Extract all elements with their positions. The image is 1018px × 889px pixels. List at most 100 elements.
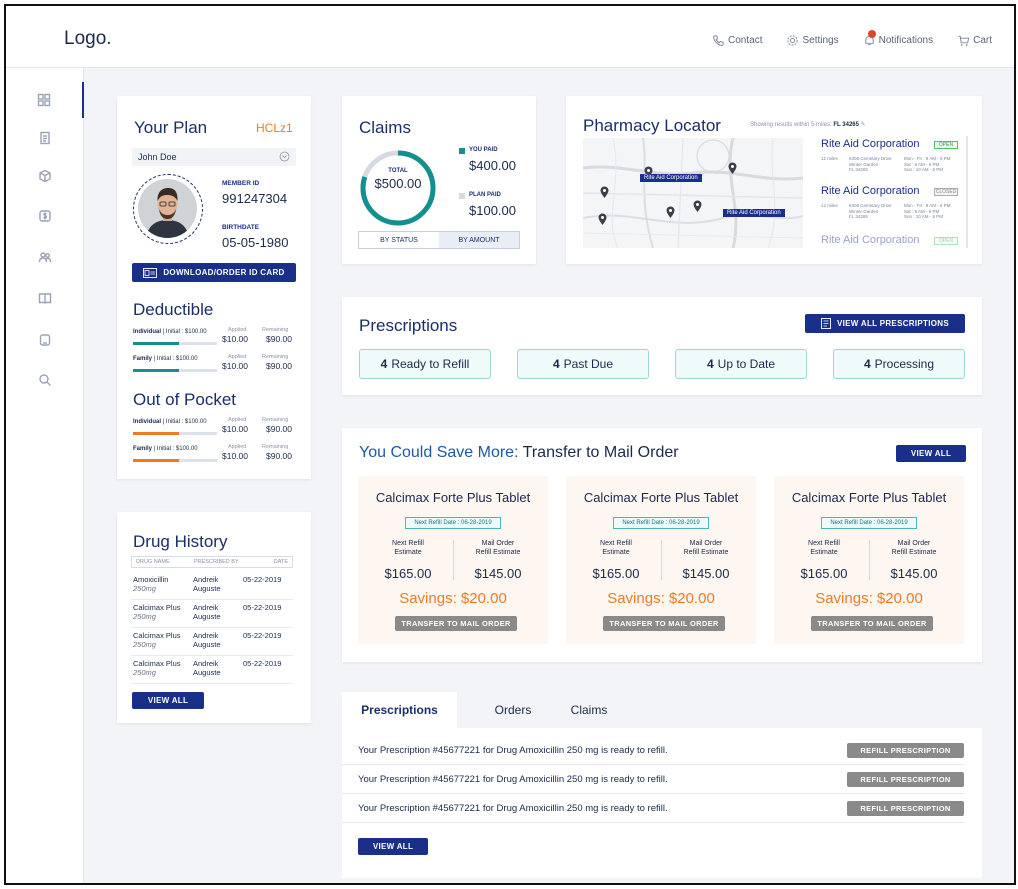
divider: [869, 540, 870, 580]
prescriptions-summary-card: Prescriptions VIEW ALL PRESCRIPTIONS 4 Re…: [342, 297, 982, 395]
table-row[interactable]: Calcimax Plus 250mg Andreik Auguste 05-2…: [131, 628, 293, 656]
stat-label: Up to Date: [717, 357, 776, 371]
map-pin-icon: [598, 213, 607, 225]
stat-label: Ready to Refill: [391, 357, 470, 371]
map-pin-icon: [600, 186, 609, 198]
sidebar-item-mobile[interactable]: [6, 322, 84, 358]
stat-up-to-date[interactable]: 4 Up to Date: [675, 349, 807, 379]
mail-order-estimate-label: Mail Order Refill Estimate: [458, 539, 538, 557]
view-all-prescriptions-button[interactable]: VIEW ALL PRESCRIPTIONS: [805, 314, 965, 333]
sidebar-item-search[interactable]: [6, 362, 84, 398]
mail-order-price: $145.00: [682, 566, 730, 581]
next-refill-estimate-label: Next Refill Estimate: [378, 539, 438, 557]
top-nav: Contact Settings Notifications Cart: [712, 30, 992, 47]
mail-order-view-all-button[interactable]: VIEW ALL: [896, 445, 966, 462]
stat-processing[interactable]: 4 Processing: [833, 349, 965, 379]
pharmacy-zip[interactable]: FL 34265: [833, 122, 859, 128]
drug-history-view-all-button[interactable]: VIEW ALL: [132, 692, 204, 709]
pharmacy-result-name[interactable]: Rite Aid Corporation: [821, 185, 919, 197]
table-row[interactable]: Amoxicillin 250mg Andreik Auguste 05-22-…: [131, 572, 293, 600]
stat-count: 4: [863, 357, 871, 371]
sidebar-item-family[interactable]: [6, 239, 84, 275]
stat-past-due[interactable]: 4 Past Due: [517, 349, 649, 379]
oop-family-kind: Family: [133, 446, 153, 452]
refill-prescription-button[interactable]: REFILL PRESCRIPTION: [847, 743, 964, 758]
nav-contact[interactable]: Contact: [712, 34, 762, 47]
pharmacy-result-name[interactable]: Rite Aid Corporation: [821, 138, 919, 150]
oop-individual-bar-fill: [133, 432, 180, 435]
prescriber-first: Andreik: [193, 603, 219, 612]
tab-claims[interactable]: Claims: [554, 692, 624, 728]
map-pin-icon: [728, 162, 737, 174]
stat-ready-to-refill[interactable]: 4 Ready to Refill: [359, 349, 491, 379]
next-refill-estimate-label: Next Refill Estimate: [794, 539, 854, 557]
document-icon: [40, 131, 50, 145]
sidebar-item-dashboard[interactable]: [6, 82, 84, 118]
deductible-individual-applied-label: Applied: [228, 327, 247, 333]
oop-individual-applied: $10.00: [222, 424, 248, 434]
tab-orders[interactable]: Orders: [478, 692, 548, 728]
status-badge: OPEN: [934, 141, 958, 149]
map-marker-label[interactable]: Rite Aid Corporation: [640, 174, 702, 182]
sidebar-item-orders[interactable]: [6, 158, 84, 194]
pharmacy-result-name[interactable]: Rite Aid Corporation: [821, 234, 919, 246]
oop-individual-initial: | Initial : $100.00: [162, 419, 207, 425]
tab-by-status[interactable]: BY STATUS: [359, 232, 439, 248]
transfer-to-mail-order-button[interactable]: TRANSFER TO MAIL ORDER: [603, 616, 725, 631]
deductible-individual-bar-fill: [133, 342, 180, 345]
label-line: Next Refill: [392, 540, 424, 547]
label-line: Mail Order: [689, 540, 723, 547]
avatar: [133, 174, 203, 244]
prescriber-last: Auguste: [193, 668, 221, 677]
refill-prescription-button[interactable]: REFILL PRESCRIPTION: [847, 772, 964, 787]
cart-icon: [958, 35, 970, 46]
sidebar-item-payments[interactable]: [6, 198, 84, 234]
map-marker-label[interactable]: Rite Aid Corporation: [723, 209, 785, 217]
nav-settings[interactable]: Settings: [786, 34, 839, 47]
label-line: Mail Order: [481, 540, 515, 547]
activity-view-all-button[interactable]: VIEW ALL: [358, 838, 428, 855]
member-select[interactable]: John Doe: [132, 148, 296, 166]
next-refill-estimate-label: Next Refill Estimate: [586, 539, 646, 557]
nav-notifications[interactable]: Notifications: [863, 30, 933, 47]
savings-amount: Savings: $20.00: [607, 590, 715, 607]
oop-individual-remaining: $90.00: [266, 424, 292, 434]
drug-history-card: Drug History DRUG NAME PRESCRIBED BY DAT…: [117, 512, 311, 723]
label-line: Next Refill: [600, 540, 632, 547]
edit-icon[interactable]: ✎: [861, 122, 866, 128]
map-pin-icon: [693, 200, 702, 212]
view-all-prescriptions-label: VIEW ALL PRESCRIPTIONS: [837, 319, 949, 328]
offer-drug-name: Calcimax Forte Plus Tablet: [375, 490, 531, 505]
table-row[interactable]: Calcimax Plus 250mg Andreik Auguste 05-2…: [131, 656, 293, 684]
list-document-icon: [821, 318, 831, 329]
results-scrollbar[interactable]: [966, 136, 968, 248]
next-refill-badge: Next Refill Date : 06-28-2019: [405, 517, 501, 529]
grid-icon: [37, 93, 51, 107]
download-id-card-button[interactable]: DOWNLOAD/ORDER ID CARD: [132, 263, 296, 282]
drug-dose: 250mg: [133, 668, 156, 677]
chevron-down-icon: [279, 151, 290, 162]
table-row[interactable]: Calcimax Plus 250mg Andreik Auguste 05-2…: [131, 600, 293, 628]
tab-by-amount[interactable]: BY AMOUNT: [439, 232, 519, 248]
pharmacy-map[interactable]: Rite Aid Corporation Rite Aid Corporatio…: [583, 138, 803, 248]
mail-order-price: $145.00: [890, 566, 938, 581]
drug-name: Calcimax Plus: [133, 631, 181, 640]
tab-prescriptions[interactable]: Prescriptions: [342, 692, 457, 728]
transfer-to-mail-order-button[interactable]: TRANSFER TO MAIL ORDER: [811, 616, 933, 631]
sidebar-item-documents[interactable]: [6, 120, 84, 156]
refill-prescription-button[interactable]: REFILL PRESCRIPTION: [847, 801, 964, 816]
oop-family-bar: [133, 459, 217, 462]
drug-history-header: DRUG NAME PRESCRIBED BY DATE: [131, 556, 293, 568]
col-date: DATE: [273, 559, 288, 565]
divider: [453, 540, 454, 580]
sidebar-item-library[interactable]: [6, 280, 84, 316]
deductible-individual-remaining-label: Remaining: [262, 327, 289, 333]
transfer-to-mail-order-button[interactable]: TRANSFER TO MAIL ORDER: [395, 616, 517, 631]
logo[interactable]: Logo.: [64, 28, 112, 50]
deductible-individual-row: Individual | Initial : $100.00 Applied $…: [133, 325, 299, 349]
nav-settings-label: Settings: [802, 35, 839, 46]
nav-cart[interactable]: Cart: [957, 34, 992, 47]
app-frame: Logo. Contact Settings Notifications Car…: [4, 4, 1016, 885]
plan-paid-label: PLAN PAID: [469, 192, 501, 198]
deductible-family-initial: | Initial : $100.00: [153, 356, 198, 362]
